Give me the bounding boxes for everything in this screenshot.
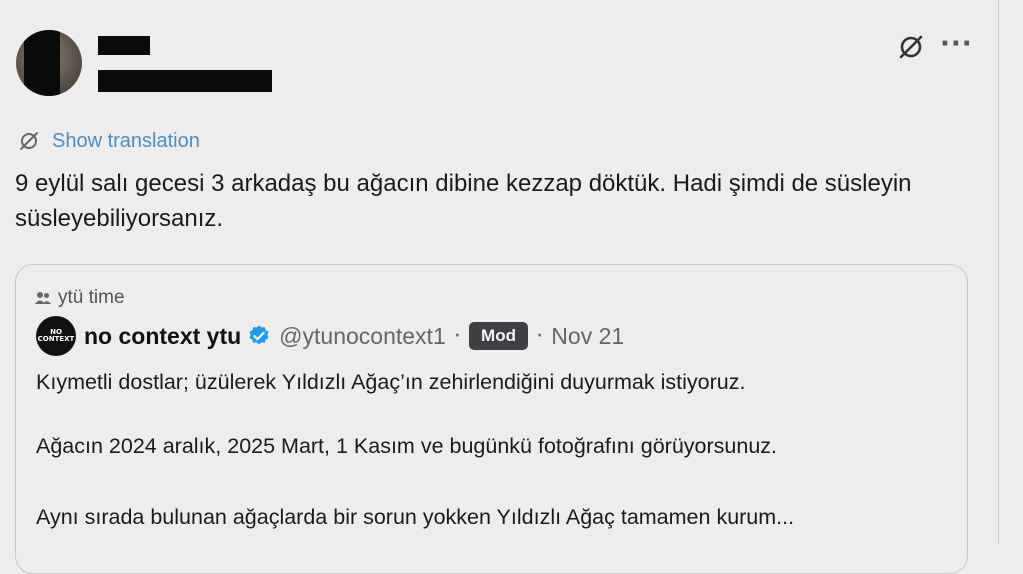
author-avatar[interactable] [16, 30, 82, 96]
quoted-post-header: NO CONTEXT no context ytu @ytunocontext1… [36, 316, 624, 356]
translate-icon [20, 132, 38, 150]
more-icon[interactable]: ··· [940, 31, 972, 60]
community-icon [35, 292, 51, 304]
grok-icon[interactable] [896, 32, 926, 62]
separator-dot: · [535, 323, 544, 349]
quoted-text-line: Kıymetli dostlar; üzülerek Yıldızlı Ağaç… [36, 370, 746, 394]
community-name[interactable]: ytü time [58, 287, 125, 309]
author-handle-redacted [98, 70, 272, 92]
quoted-text-line: Aynı sırada bulunan ağaçlarda bir sorun … [36, 505, 795, 529]
column-divider [998, 0, 999, 544]
show-translation-label[interactable]: Show translation [52, 130, 200, 153]
verified-badge-icon [249, 325, 269, 345]
avatar-redaction [24, 30, 60, 96]
quoted-post-date[interactable]: Nov 21 [551, 323, 624, 350]
mod-badge: Mod [469, 322, 528, 350]
quoted-text-line: Ağacın 2024 aralık, 2025 Mart, 1 Kasım v… [36, 434, 777, 458]
post-text: 9 eylül salı gecesi 3 arkadaş bu ağacın … [15, 170, 912, 232]
community-context[interactable]: ytü time [34, 286, 125, 310]
quoted-author-handle[interactable]: @ytunocontext1 [279, 323, 446, 350]
quoted-author-avatar[interactable]: NO CONTEXT [36, 316, 76, 356]
author-name-redacted [98, 36, 150, 55]
separator-dot: · [453, 323, 462, 349]
show-translation-link[interactable]: Show translation [18, 128, 200, 154]
quoted-author-name[interactable]: no context ytu [84, 323, 241, 350]
